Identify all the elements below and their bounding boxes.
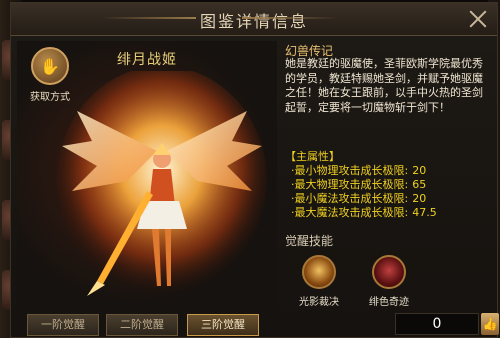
attribute-row: ·最小物理攻击成长极限: 20 <box>285 164 455 178</box>
attribute-value: 65 <box>412 178 427 191</box>
attribute-row: ·最大魔法攻击成长极限: 47.5 <box>285 206 455 220</box>
attribute-value: 47.5 <box>412 206 437 219</box>
tier-3-awakening-button[interactable]: 三阶觉醒 <box>187 314 259 336</box>
character-artwork <box>57 71 267 296</box>
codex-detail-panel: 图鉴详情信息 ✋ 获取方式 绯月战姬 一阶觉醒 二阶觉醒 三阶觉醒 幻兽传记 她… <box>10 2 499 338</box>
attribute-label: ·最小物理攻击成长极限: <box>291 164 409 177</box>
shield-icon <box>372 255 406 289</box>
tier-2-awakening-button[interactable]: 二阶觉醒 <box>106 314 178 336</box>
like-count: 0 <box>395 313 479 335</box>
attribute-label: ·最小魔法攻击成长极限: <box>291 192 409 205</box>
skill-name: 光影裁决 <box>299 297 339 308</box>
window-title: 图鉴详情信息 <box>199 12 308 31</box>
close-icon[interactable] <box>467 8 489 30</box>
character-name: 绯月战姬 <box>117 52 177 68</box>
attribute-label: ·最大魔法攻击成长极限: <box>291 206 409 219</box>
awakening-skills-heading: 觉醒技能 <box>285 234 334 248</box>
lore-text: 她是教廷的驱魔使，圣菲欧斯学院最优秀的学员，教廷特赐她圣剑，并赋予她驱魔之任！她… <box>285 57 483 114</box>
thumbs-up-icon: 👍 <box>482 317 498 331</box>
tier-1-awakening-button[interactable]: 一阶觉醒 <box>27 314 99 336</box>
skill-crimson-miracle[interactable]: 绯色奇迹 <box>357 255 421 308</box>
title-bar: 图鉴详情信息 <box>11 3 497 36</box>
skill-light-shadow-judgment[interactable]: 光影裁决 <box>287 255 351 308</box>
attribute-row: ·最大物理攻击成长极限: 65 <box>285 178 455 192</box>
attribute-value: 20 <box>412 192 427 205</box>
blade-icon <box>302 255 336 289</box>
attribute-label: ·最大物理攻击成长极限: <box>291 178 409 191</box>
attribute-value: 20 <box>412 164 427 177</box>
attributes-heading: 【主属性】 <box>285 150 340 163</box>
title-ornament-right <box>242 17 337 19</box>
skill-name: 绯色奇迹 <box>369 297 409 308</box>
like-button[interactable]: 👍 <box>481 313 499 335</box>
main-attributes: 【主属性】 ·最小物理攻击成长极限: 20 ·最大物理攻击成长极限: 65 ·最小魔… <box>285 150 455 220</box>
character-showcase: ✋ 获取方式 绯月战姬 <box>17 41 277 309</box>
attribute-row: ·最小魔法攻击成长极限: 20 <box>285 192 455 206</box>
